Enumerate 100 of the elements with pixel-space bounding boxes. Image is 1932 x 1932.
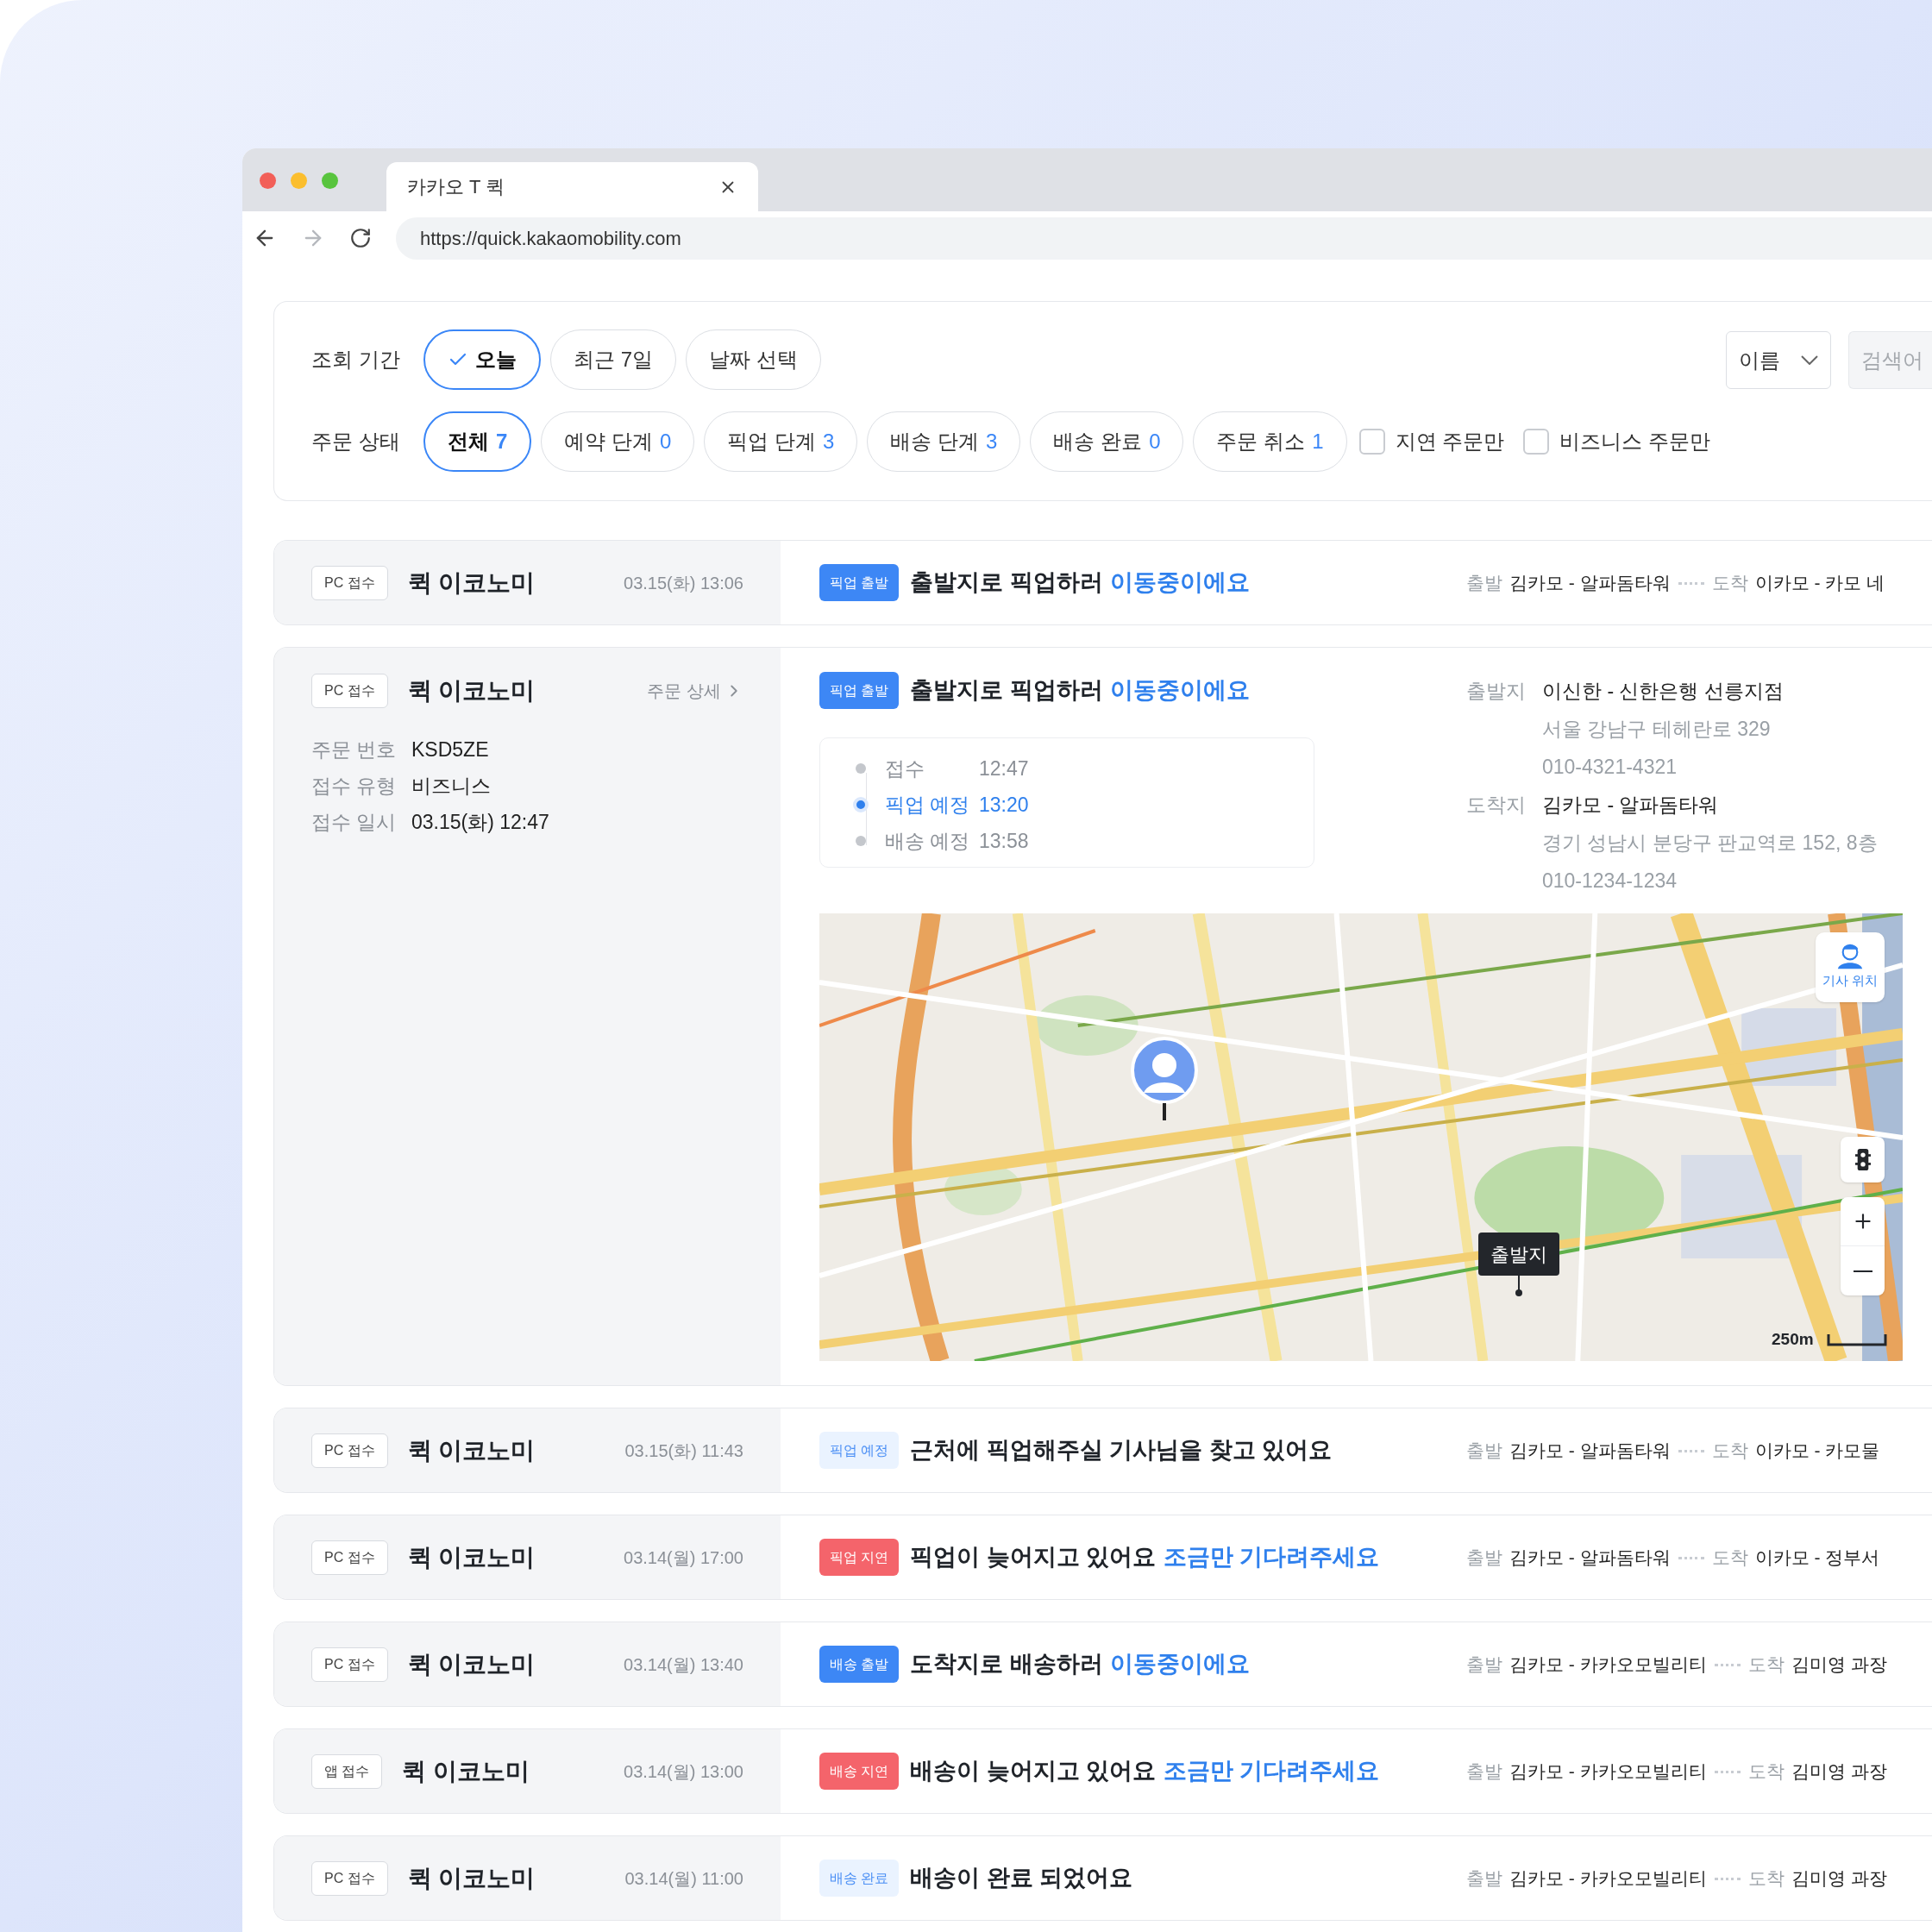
map-panel[interactable]: 출발지 기사 위치 250m [819, 913, 1903, 1361]
order-time: 03.15(화) 11:43 [624, 1440, 743, 1462]
info-label: 접수 일시 [311, 809, 398, 835]
status-message: 출발지로 픽업하러 이동중이에요 [910, 676, 1251, 706]
place-name: 김카모 - 알파돔타워 [1542, 793, 1720, 818]
checkbox[interactable] [1523, 429, 1550, 455]
driver-avatar-icon [1130, 1036, 1199, 1122]
route-label: 도착 [1747, 1760, 1785, 1783]
route-label: 도착 [1711, 571, 1748, 594]
info-value: 비즈니스 [411, 773, 491, 799]
route-place: 김미영 과장 [1791, 1760, 1887, 1783]
status-message: 픽업이 늦어지고 있어요 조금만 기다려주세요 [910, 1543, 1380, 1572]
period-chip[interactable]: 날짜 선택 [686, 329, 821, 390]
address-bar[interactable]: https://quick.kakaomobility.com [396, 216, 1932, 260]
order-card[interactable]: PC 접수 퀵 이코노미 03.14(월) 13:40 배송 출발 도착지로 배송하러 이동중이에요 출발 김카모 - 카카오모빌리티 도착 김미영 과장 [273, 1622, 1932, 1707]
timeline-label: 픽업 예정 [885, 792, 971, 818]
timeline-time: 13:20 [979, 792, 1029, 818]
route-place: 김카모 - 알파돔타워 [1509, 1546, 1671, 1569]
service-name: 퀵 이코노미 [407, 675, 536, 706]
channel-tag: PC 접수 [311, 1433, 388, 1468]
browser-tab[interactable]: 카카오 T 퀵 [386, 162, 758, 211]
route-place: 김미영 과장 [1791, 1866, 1887, 1890]
status-chip[interactable]: 배송 완료 0 [1030, 411, 1184, 472]
route-place: 김미영 과장 [1791, 1653, 1887, 1676]
route-label: 출발 [1466, 1866, 1502, 1890]
reload-icon[interactable] [349, 227, 372, 249]
checkbox[interactable] [1358, 429, 1385, 455]
route-place: 이카모 - 정부서 [1754, 1546, 1880, 1569]
driver-location-button[interactable]: 기사 위치 [1816, 932, 1885, 1002]
place-address: 서울 강남구 테헤란로 329 [1542, 717, 1772, 742]
route-label: 출발 [1466, 1439, 1502, 1462]
service-name: 퀵 이코노미 [407, 1863, 536, 1893]
checkbox-label: 비즈니스 주문만 [1559, 429, 1710, 455]
traffic-light-icon [1854, 1148, 1871, 1171]
search-field[interactable]: 검색어 [1848, 331, 1932, 389]
status-message: 출발지로 픽업하러 이동중이에요 [910, 568, 1251, 598]
place-phone: 010-1234-1234 [1542, 869, 1678, 894]
pin-icon [1515, 1276, 1523, 1296]
order-time: 03.14(월) 17:00 [624, 1546, 743, 1569]
status-badge: 배송 완료 [819, 1860, 900, 1897]
tab-title: 카카오 T 퀵 [407, 175, 505, 199]
timeline-label: 배송 예정 [885, 828, 971, 854]
period-chip[interactable]: 오늘 [423, 329, 541, 390]
channel-tag: PC 접수 [311, 1860, 388, 1896]
order-card[interactable]: PC 접수 퀵 이코노미 03.14(월) 17:00 픽업 지연 픽업이 늦어지고 있어요 조금만 기다려주세요 출발 김카모 - 알파돔타워 도착 이카모 - 정부서 [273, 1515, 1932, 1600]
place-phone: 010-4321-4321 [1542, 755, 1678, 780]
chevron-down-icon [1801, 355, 1818, 365]
order-card[interactable]: PC 접수 퀵 이코노미 03.14(월) 11:00 배송 완료 배송이 완료 되었어요 출발 김카모 - 카카오모빌리티 도착 김미영 과장 [273, 1835, 1932, 1921]
route-label: 출발 [1466, 1653, 1502, 1676]
route-label: 도착 [1711, 1439, 1748, 1462]
place-address: 경기 성남시 분당구 판교역로 152, 8층 [1542, 831, 1878, 856]
route-label: 도착 [1747, 1653, 1785, 1676]
status-chip[interactable]: 예약 단계 0 [541, 411, 695, 472]
map-scale-label: 250m [1772, 1329, 1814, 1350]
route-place: 이카모 - 카모 네 [1754, 571, 1885, 594]
status-chip[interactable]: 전체 7 [423, 411, 532, 472]
status-message: 배송이 늦어지고 있어요 조금만 기다려주세요 [910, 1757, 1380, 1786]
order-time: 03.15(화) 13:06 [624, 572, 743, 594]
timeline-time: 13:58 [979, 828, 1029, 854]
order-card[interactable]: PC 접수 퀵 이코노미 03.15(화) 13:06 픽업 출발 출발지로 픽업하러 이동중이에요 출발 김카모 - 알파돔타워 도착 이카모 - 카모 네 [273, 540, 1932, 625]
order-card[interactable]: 앱 접수 퀵 이코노미 03.14(월) 13:00 배송 지연 배송이 늦어지고 있어요 조금만 기다려주세요 출발 김카모 - 카카오모빌리티 도착 김미영 과장 [273, 1728, 1932, 1814]
order-time: 03.14(월) 13:40 [624, 1653, 743, 1676]
info-value: KSD5ZE [411, 737, 489, 762]
service-name: 퀵 이코노미 [407, 1649, 536, 1679]
minus-icon [1853, 1270, 1872, 1272]
status-chip[interactable]: 주문 취소 1 [1193, 411, 1347, 472]
route-label: 출발 [1466, 571, 1502, 594]
route-place: 이카모 - 카모물 [1754, 1439, 1880, 1462]
status-badge: 배송 지연 [819, 1753, 900, 1790]
status-badge: 픽업 예정 [819, 1432, 900, 1469]
status-badge: 픽업 출발 [819, 672, 900, 709]
order-card[interactable]: PC 접수 퀵 이코노미 03.15(화) 11:43 픽업 예정 근처에 픽업해주실 기사님을 찾고 있어요 출발 김카모 - 알파돔타워 도착 이카모 - 카모물 [273, 1408, 1932, 1493]
place-name: 이신한 - 신한은행 선릉지점 [1542, 679, 1784, 704]
info-value: 03.15(화) 12:47 [411, 809, 549, 835]
traffic-button[interactable] [1841, 1137, 1885, 1182]
period-chip[interactable]: 최근 7일 [550, 329, 676, 390]
route-place: 김카모 - 카카오모빌리티 [1509, 1760, 1707, 1783]
channel-tag: PC 접수 [311, 1647, 388, 1682]
order-time: 03.14(월) 11:00 [624, 1867, 743, 1890]
route-place: 김카모 - 알파돔타워 [1509, 1439, 1671, 1462]
info-label: 접수 유형 [311, 773, 398, 799]
status-chip[interactable]: 배송 단계 3 [867, 411, 1021, 472]
checkbox-label: 지연 주문만 [1395, 429, 1505, 455]
status-badge: 픽업 지연 [819, 1539, 900, 1576]
channel-tag: PC 접수 [311, 1540, 388, 1575]
route-label: 도착 [1711, 1546, 1748, 1569]
channel-tag: PC 접수 [311, 673, 388, 708]
service-name: 퀵 이코노미 [407, 568, 536, 598]
place-label: 도착지 [1466, 793, 1527, 818]
origin-label: 출발지 [1478, 1233, 1559, 1276]
status-message: 근처에 픽업해주실 기사님을 찾고 있어요 [910, 1436, 1333, 1465]
status-message: 배송이 완료 되었어요 [910, 1864, 1133, 1893]
sort-select[interactable]: 이름 [1726, 331, 1831, 389]
driver-person-icon [1835, 944, 1865, 970]
route-place: 김카모 - 알파돔타워 [1509, 571, 1671, 594]
status-badge: 픽업 출발 [819, 564, 900, 601]
status-chip[interactable]: 픽업 단계 3 [704, 411, 858, 472]
route-label: 도착 [1747, 1866, 1785, 1890]
timeline-label: 접수 [885, 756, 925, 781]
order-time: 03.14(월) 13:00 [624, 1760, 743, 1783]
